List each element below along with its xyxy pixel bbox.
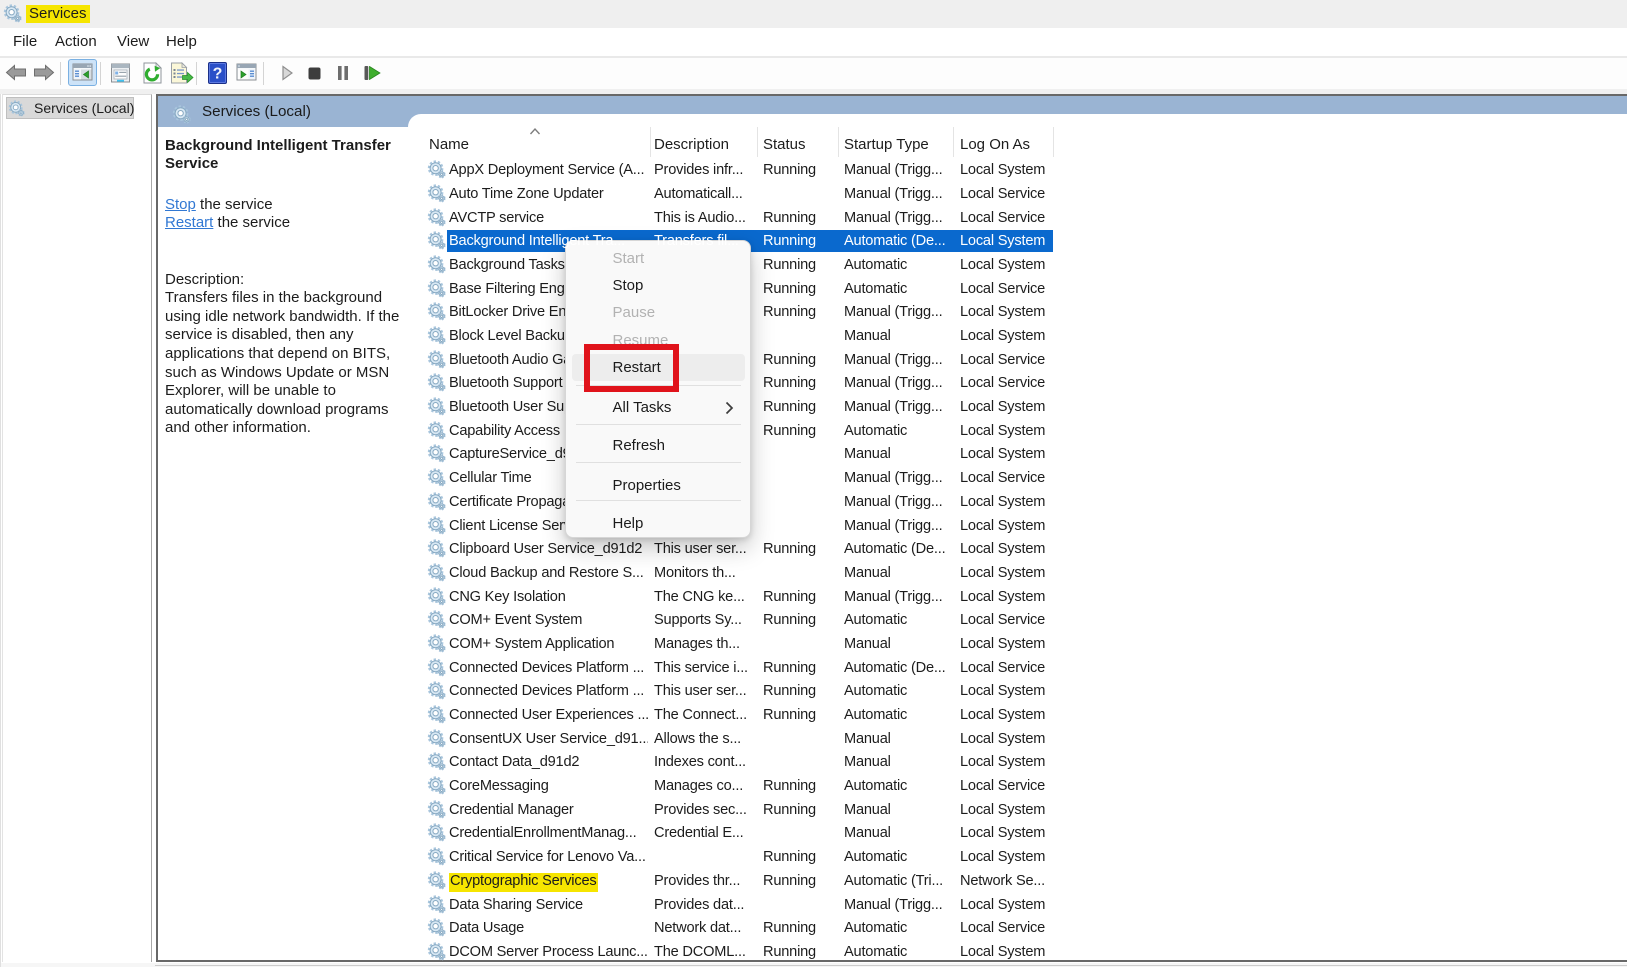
svg-text:?: ? [213, 65, 223, 82]
